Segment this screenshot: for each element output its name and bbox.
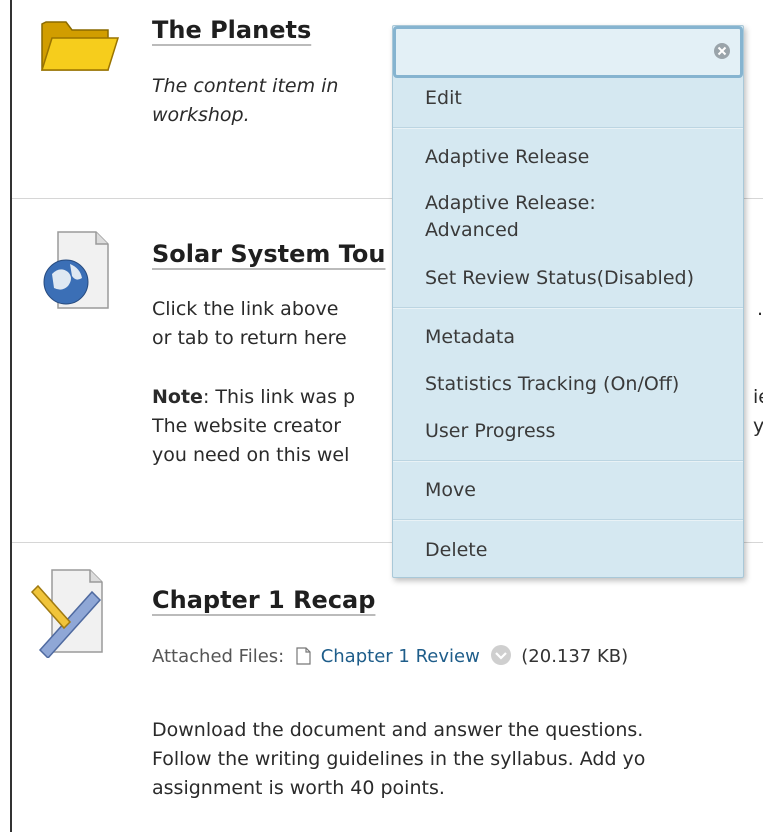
attached-files-label: Attached Files:	[152, 646, 285, 667]
menu-item-adaptive-release[interactable]: Adaptive Release	[425, 145, 589, 170]
menu-item-move[interactable]: Move	[425, 478, 476, 503]
text-fragment: ie	[753, 386, 763, 408]
item-note-line: you need on this wel	[152, 444, 350, 466]
item-note-line: Note: This link was p	[152, 383, 355, 412]
menu-item-set-review-status[interactable]: Set Review Status(Disabled)	[425, 266, 694, 291]
menu-item-adaptive-release-advanced-cont[interactable]: Advanced	[425, 218, 519, 243]
item-title[interactable]: Solar System Tou	[152, 240, 385, 268]
clear-icon[interactable]	[713, 42, 731, 64]
item-title[interactable]: Chapter 1 Recap	[152, 586, 375, 614]
content-item-chapter-recap: Chapter 1 Recap Attached Files: Chapter …	[12, 542, 763, 832]
item-description-line: The content item in	[152, 75, 339, 97]
chevron-down-icon[interactable]	[490, 644, 512, 671]
item-description-line: workshop.	[152, 104, 250, 126]
folder-icon	[38, 12, 120, 80]
menu-divider	[393, 127, 743, 129]
menu-search-input[interactable]	[393, 26, 743, 78]
item-description-line: assignment is worth 40 points.	[152, 777, 445, 799]
item-description-line: or tab to return here	[152, 327, 347, 349]
menu-item-adaptive-release-advanced[interactable]: Adaptive Release:	[425, 191, 596, 216]
menu-item-metadata[interactable]: Metadata	[425, 325, 515, 350]
attached-files: Attached Files: Chapter 1 Review (20.137…	[152, 644, 628, 671]
note-label: Note	[152, 386, 203, 408]
menu-item-user-progress[interactable]: User Progress	[425, 419, 555, 444]
item-description-line: Download the document and answer the que…	[152, 719, 644, 741]
file-size: (20.137 KB)	[521, 646, 629, 667]
item-description-line: Follow the writing guidelines in the syl…	[152, 748, 646, 770]
item-title[interactable]: The Planets	[152, 16, 311, 44]
note-text: : This link was p	[202, 386, 356, 408]
text-fragment: .	[757, 298, 763, 320]
document-icon	[296, 647, 311, 670]
item-description-line: Click the link above	[152, 298, 339, 320]
menu-item-statistics-tracking[interactable]: Statistics Tracking (On/Off)	[425, 372, 679, 397]
assignment-icon	[30, 566, 110, 662]
menu-item-edit[interactable]: Edit	[425, 86, 462, 111]
attached-file-link[interactable]: Chapter 1 Review	[321, 646, 480, 667]
menu-divider	[393, 519, 743, 521]
menu-divider	[393, 307, 743, 309]
menu-divider	[393, 460, 743, 462]
text-fragment: y	[753, 415, 763, 437]
item-note-line: The website creator	[152, 415, 342, 437]
context-menu: Edit Adaptive Release Adaptive Release: …	[392, 25, 744, 578]
menu-item-delete[interactable]: Delete	[425, 538, 487, 563]
web-link-icon	[40, 230, 112, 316]
